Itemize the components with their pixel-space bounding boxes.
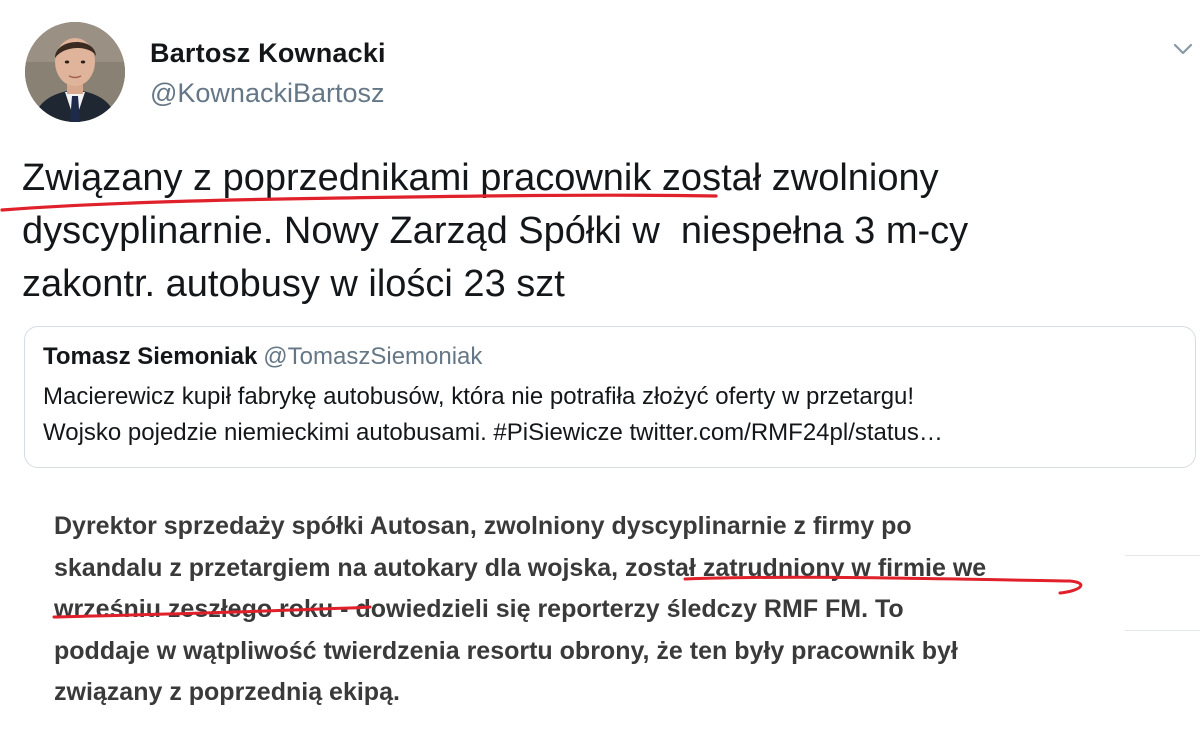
quoted-author-handle: @TomaszSiemoniak: [263, 343, 483, 370]
author-name[interactable]: Bartosz Kownacki: [150, 38, 386, 69]
article-text-line: skandalu z przetargiem na autokary dla w…: [54, 553, 987, 582]
quoted-text-line: Wojsko pojedzie niemieckimi autobusami. …: [43, 419, 943, 446]
article-text-line: związany z poprzednią ekipą.: [54, 678, 400, 706]
article-text-line: poddaje w wątpliwość twierdzenia resortu…: [54, 636, 958, 665]
quoted-tweet[interactable]: Tomasz Siemoniak @TomaszSiemoniak Maciere…: [24, 326, 1196, 468]
author-handle[interactable]: @KownackiBartosz: [150, 78, 385, 109]
quoted-author[interactable]: Tomasz Siemoniak @TomaszSiemoniak: [43, 343, 482, 371]
tweet-text: Związany z poprzednikami pracownik zosta…: [22, 152, 1162, 311]
tweet-text-line: zakontr. autobusy w ilości 23 szt: [22, 263, 565, 305]
article-text-line: Dyrektor sprzedaży spółki Autosan, zwoln…: [54, 512, 912, 540]
article-text-line: wrześniu zeszłego roku - dowiedzieli się…: [54, 595, 904, 623]
chevron-down-icon[interactable]: [1170, 36, 1196, 62]
quoted-text: Macierewicz kupił fabrykę autobusów, któ…: [43, 379, 943, 451]
quoted-author-name: Tomasz Siemoniak: [43, 343, 258, 370]
quoted-text-line: Macierewicz kupił fabrykę autobusów, któ…: [43, 383, 915, 410]
tweet-text-line: dyscyplinarnie. Nowy Zarząd Spółki w nie…: [22, 210, 969, 252]
tweet-card: Bartosz Kownacki @KownackiBartosz Związa…: [0, 0, 1200, 500]
article-text: Dyrektor sprzedaży spółki Autosan, zwoln…: [54, 506, 1154, 714]
tweet-text-line: Związany z poprzednikami pracownik zosta…: [22, 157, 939, 199]
avatar[interactable]: [25, 22, 125, 122]
